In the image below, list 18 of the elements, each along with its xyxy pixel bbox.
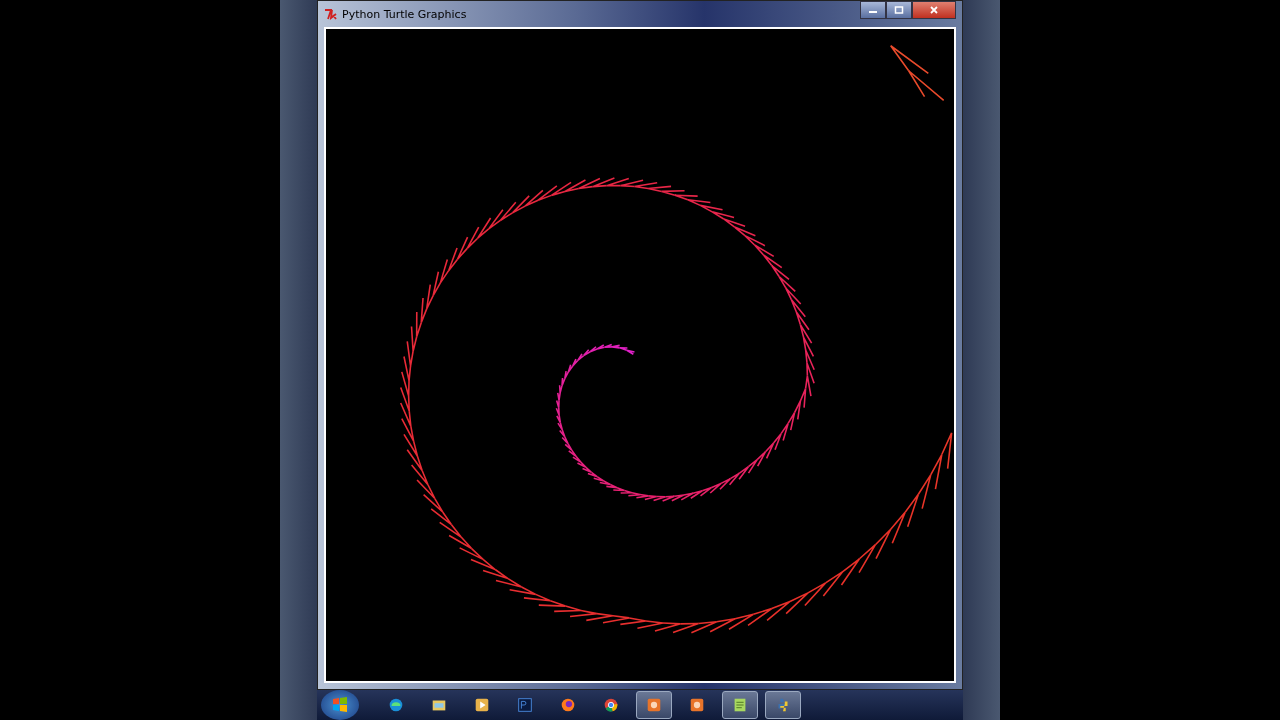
maximize-button[interactable]: [886, 1, 912, 19]
windows-logo-icon: [330, 695, 350, 715]
play-icon: [473, 696, 491, 714]
taskbar-app[interactable]: [722, 691, 758, 719]
browser-icon: [602, 696, 620, 714]
close-button[interactable]: [912, 1, 956, 19]
maximize-icon: [894, 6, 904, 14]
taskbar-app[interactable]: [636, 691, 672, 719]
close-icon: [929, 6, 939, 14]
tk-feather-icon: [324, 8, 338, 20]
app-tile-icon: [688, 696, 706, 714]
start-button[interactable]: [321, 690, 359, 720]
minimize-button[interactable]: [860, 1, 886, 19]
app-tile-icon: [645, 696, 663, 714]
document-icon: [516, 696, 534, 714]
window-title: Python Turtle Graphics: [342, 7, 467, 21]
fox-icon: [559, 696, 577, 714]
swirl-icon: [387, 696, 405, 714]
